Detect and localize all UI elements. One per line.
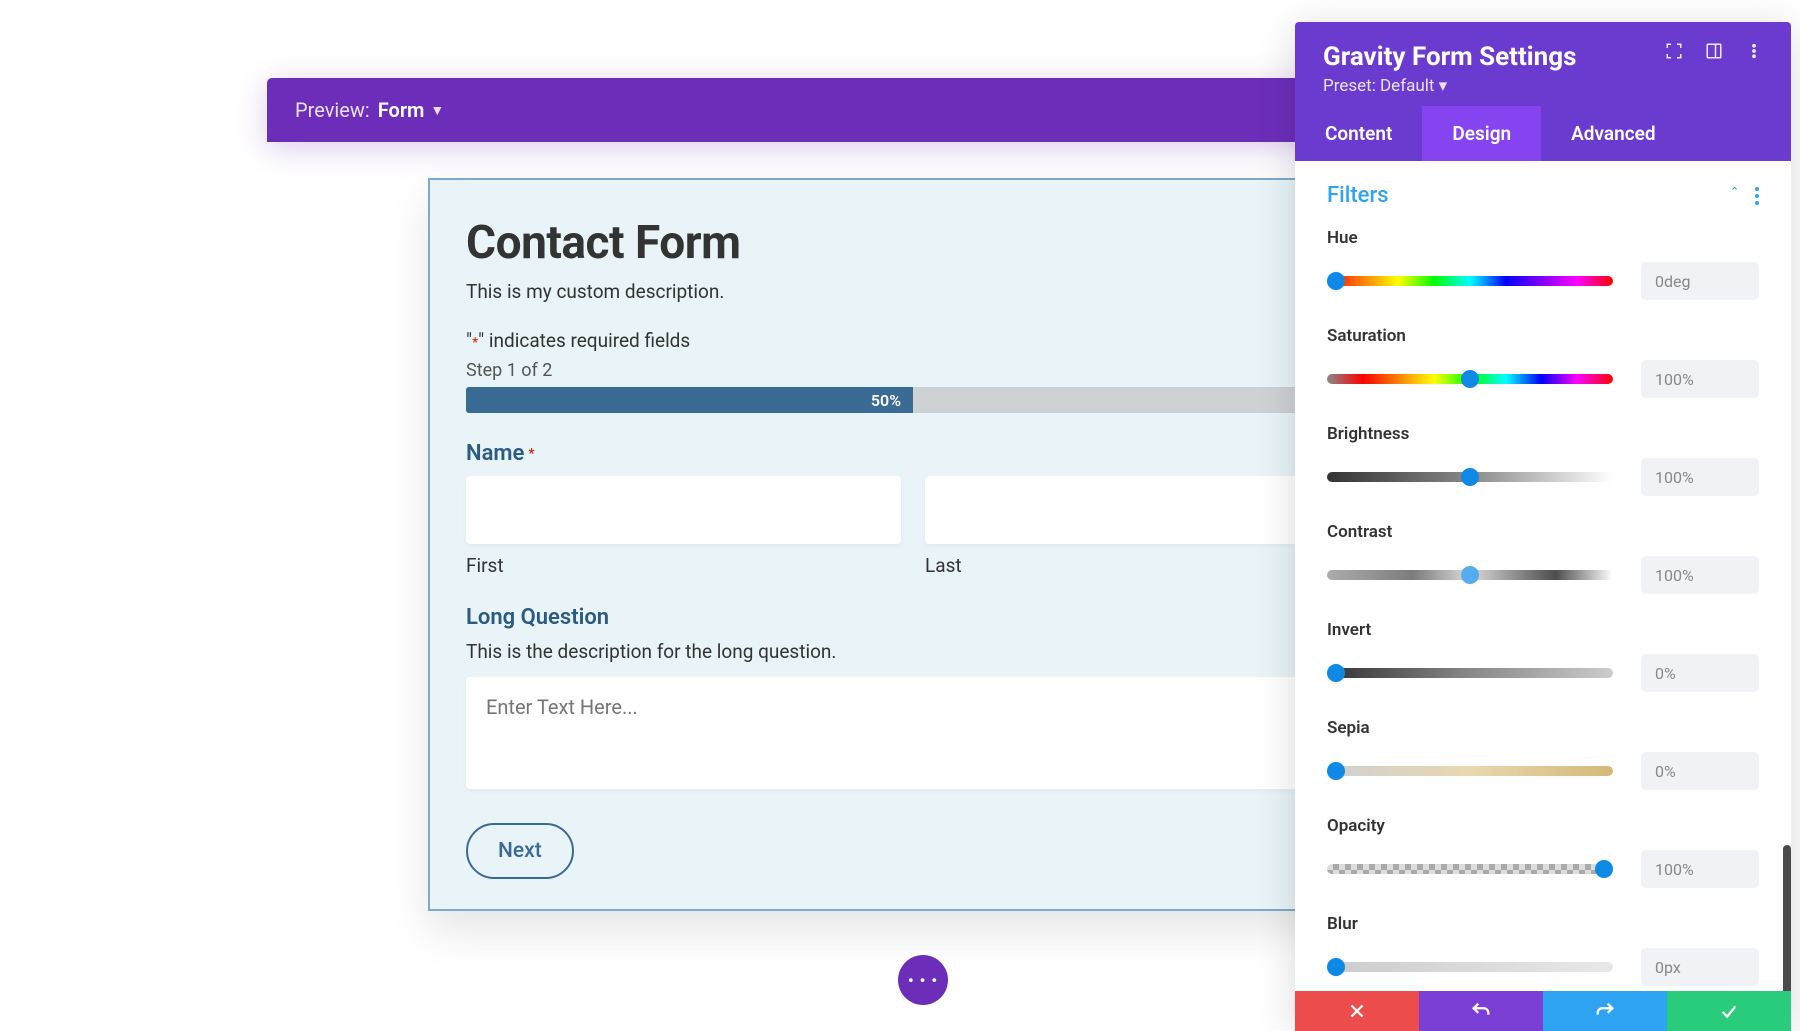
saturation-slider[interactable]: [1327, 374, 1613, 384]
panel-footer: [1295, 991, 1791, 1031]
kebab-menu-icon[interactable]: [1745, 42, 1763, 64]
tab-design[interactable]: Design: [1422, 106, 1541, 161]
section-kebab-icon[interactable]: [1755, 187, 1759, 205]
name-inputs-row: First Last: [466, 476, 1360, 577]
cancel-button[interactable]: [1295, 991, 1419, 1031]
asterisk-icon: *: [528, 446, 534, 462]
long-question-description: This is the description for the long que…: [466, 640, 1360, 663]
first-name-sublabel: First: [466, 554, 901, 577]
save-button[interactable]: [1667, 991, 1791, 1031]
hue-label: Hue: [1327, 228, 1759, 248]
tab-advanced[interactable]: Advanced: [1541, 106, 1685, 161]
blur-label: Blur: [1327, 914, 1759, 934]
blur-value[interactable]: 0px: [1641, 948, 1759, 986]
preset-selector[interactable]: Preset: Default ▾: [1323, 76, 1576, 96]
contrast-slider[interactable]: [1327, 570, 1613, 580]
sepia-label: Sepia: [1327, 718, 1759, 738]
invert-slider[interactable]: [1327, 668, 1613, 678]
progress-fill: 50%: [466, 387, 913, 413]
form-preview: Contact Form This is my custom descripti…: [428, 178, 1398, 911]
ellipsis-icon: • • •: [908, 971, 938, 990]
progress-bar: 50%: [466, 387, 1360, 413]
hue-value[interactable]: 0deg: [1641, 262, 1759, 300]
tab-content[interactable]: Content: [1295, 106, 1422, 161]
chevron-down-icon[interactable]: ▼: [430, 102, 444, 119]
brightness-slider[interactable]: [1327, 472, 1613, 482]
name-field-label: Name*: [466, 441, 1360, 466]
preview-value[interactable]: Form: [378, 98, 425, 122]
panel-title: Gravity Form Settings: [1323, 42, 1576, 72]
contrast-value[interactable]: 100%: [1641, 556, 1759, 594]
saturation-value[interactable]: 100%: [1641, 360, 1759, 398]
scrollbar-thumb[interactable]: [1783, 845, 1791, 991]
sepia-slider[interactable]: [1327, 766, 1613, 776]
next-button[interactable]: Next: [466, 823, 574, 879]
form-title: Contact Form: [466, 216, 1360, 270]
settings-panel: Gravity Form Settings Preset: Default ▾ …: [1295, 22, 1791, 1031]
panel-header: Gravity Form Settings Preset: Default ▾: [1295, 22, 1791, 106]
undo-button[interactable]: [1419, 991, 1543, 1031]
opacity-value[interactable]: 100%: [1641, 850, 1759, 888]
long-question-textarea[interactable]: [466, 677, 1360, 789]
invert-value[interactable]: 0%: [1641, 654, 1759, 692]
contrast-label: Contrast: [1327, 522, 1759, 542]
blur-slider[interactable]: [1327, 962, 1613, 972]
invert-label: Invert: [1327, 620, 1759, 640]
saturation-label: Saturation: [1327, 326, 1759, 346]
opacity-label: Opacity: [1327, 816, 1759, 836]
first-name-input[interactable]: [466, 476, 901, 544]
step-indicator: Step 1 of 2: [466, 360, 1360, 381]
preview-label: Preview:: [295, 98, 370, 122]
panel-tabs: Content Design Advanced: [1295, 106, 1791, 161]
form-description: This is my custom description.: [466, 280, 1360, 303]
panel-body[interactable]: Filters ˆ Hue 0deg Saturation 100% Brigh…: [1295, 161, 1791, 991]
brightness-label: Brightness: [1327, 424, 1759, 444]
required-legend: "*" indicates required fields: [466, 329, 1360, 352]
long-question-label: Long Question: [466, 605, 1360, 630]
panel-layout-icon[interactable]: [1705, 42, 1723, 64]
opacity-slider[interactable]: [1327, 864, 1613, 874]
sepia-value[interactable]: 0%: [1641, 752, 1759, 790]
collapse-icon[interactable]: ˆ: [1731, 185, 1739, 206]
hue-slider[interactable]: [1327, 276, 1613, 286]
brightness-value[interactable]: 100%: [1641, 458, 1759, 496]
section-title-filters[interactable]: Filters: [1327, 183, 1389, 208]
redo-button[interactable]: [1543, 991, 1667, 1031]
more-options-fab[interactable]: • • •: [898, 955, 948, 1005]
fullscreen-icon[interactable]: [1665, 42, 1683, 64]
